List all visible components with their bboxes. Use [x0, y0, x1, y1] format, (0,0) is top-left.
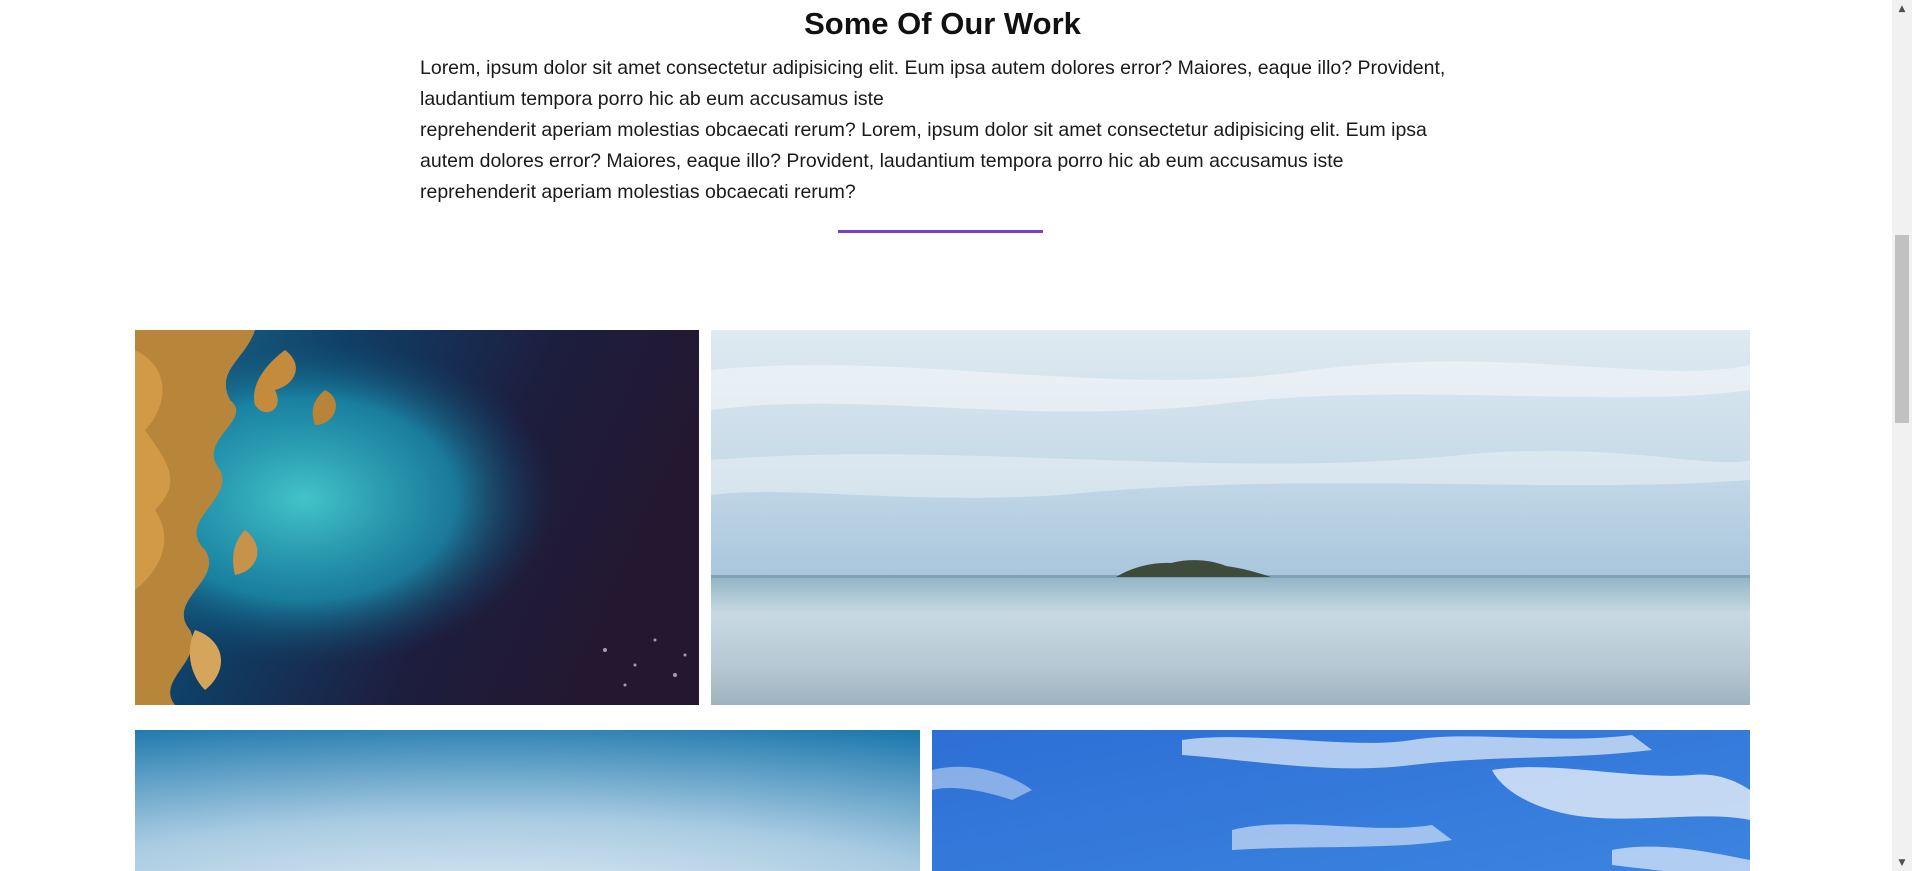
aerial-coast-image: [135, 330, 699, 705]
section-title: Some Of Our Work: [804, 6, 1081, 41]
gallery-image-blue-gradient[interactable]: [135, 730, 920, 871]
chevron-down-icon[interactable]: ▼: [1892, 854, 1912, 871]
chevron-up-icon[interactable]: ▲: [1892, 0, 1912, 17]
intro-paragraph-1: Lorem, ipsum dolor sit amet consectetur …: [420, 57, 1446, 110]
blue-sky-image: [932, 730, 1750, 871]
vertical-scrollbar[interactable]: ▲ ▼: [1892, 0, 1912, 871]
intro-paragraph-2: reprehenderit aperiam molestias obcaecat…: [420, 119, 1427, 203]
sea-island-image: [711, 330, 1750, 705]
blue-gradient-image: [135, 730, 920, 871]
gallery-image-aerial-coast[interactable]: [135, 330, 699, 705]
main-content: Some Of Our Work Lorem, ipsum dolor sit …: [0, 0, 1892, 871]
scrollbar-thumb[interactable]: [1895, 235, 1909, 423]
gallery-image-blue-sky[interactable]: [932, 730, 1750, 871]
gallery-image-sea-island[interactable]: [711, 330, 1750, 705]
page: Some Of Our Work Lorem, ipsum dolor sit …: [0, 0, 1912, 871]
section-intro: Lorem, ipsum dolor sit amet consectetur …: [420, 53, 1460, 208]
accent-divider: [838, 230, 1043, 233]
